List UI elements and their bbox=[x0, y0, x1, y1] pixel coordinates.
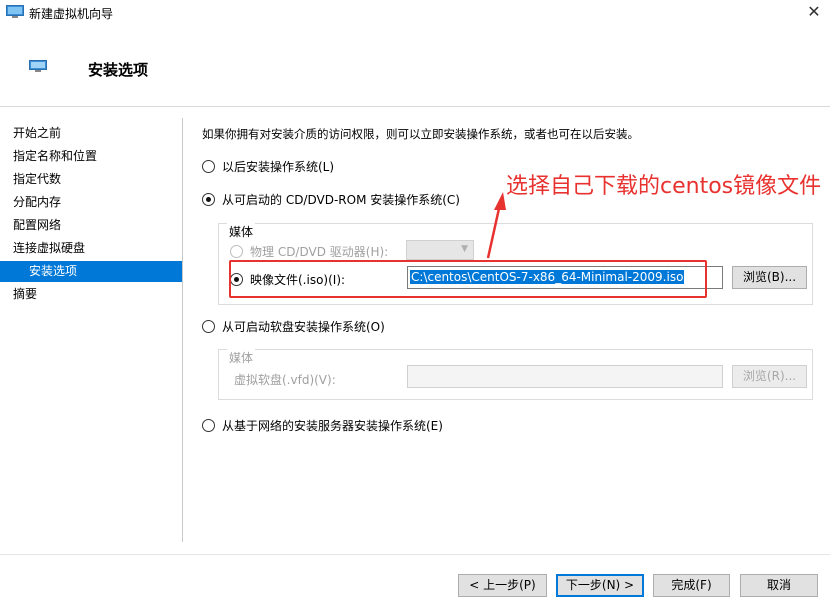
vfd-label: 虚拟软盘(.vfd)(V): bbox=[234, 373, 336, 387]
radio-label: 从可启动的 CD/DVD-ROM 安装操作系统(C) bbox=[222, 193, 460, 207]
radio-install-network[interactable]: 从基于网络的安装服务器安装操作系统(E) bbox=[202, 417, 443, 434]
floppy-media-group: 媒体 虚拟软盘(.vfd)(V): 浏览(R)... bbox=[218, 349, 813, 400]
radio-install-cd[interactable]: 从可启动的 CD/DVD-ROM 安装操作系统(C) bbox=[202, 191, 460, 208]
radio-button[interactable] bbox=[202, 419, 215, 432]
radio-button[interactable] bbox=[202, 320, 215, 333]
annotation-highlight-box bbox=[229, 260, 707, 298]
radio-install-floppy[interactable]: 从可启动软盘安装操作系统(O) bbox=[202, 318, 385, 335]
sidebar-item-memory[interactable]: 分配内存 bbox=[0, 192, 182, 213]
footer-divider bbox=[0, 554, 830, 555]
close-icon[interactable]: ✕ bbox=[804, 2, 824, 22]
radio-physical-drive[interactable]: 物理 CD/DVD 驱动器(H): bbox=[230, 243, 388, 260]
sidebar-item-before-you-begin[interactable]: 开始之前 bbox=[0, 123, 182, 144]
page-title: 安装选项 bbox=[88, 61, 149, 79]
radio-label: 从可启动软盘安装操作系统(O) bbox=[222, 320, 385, 334]
group-legend: 媒体 bbox=[227, 223, 256, 240]
vfd-path-input[interactable] bbox=[407, 365, 723, 388]
wizard-steps-nav: 开始之前 指定名称和位置 指定代数 分配内存 配置网络 连接虚拟硬盘 安装选项 … bbox=[0, 108, 182, 542]
previous-button[interactable]: < 上一步(P) bbox=[458, 574, 547, 597]
physical-drive-select[interactable]: ▼ bbox=[406, 240, 474, 260]
radio-label: 以后安装操作系统(L) bbox=[222, 160, 335, 174]
window-title: 新建虚拟机向导 bbox=[29, 7, 114, 21]
sidebar-item-name-and-location[interactable]: 指定名称和位置 bbox=[0, 146, 182, 167]
radio-label: 从基于网络的安装服务器安装操作系统(E) bbox=[222, 419, 443, 433]
radio-label: 物理 CD/DVD 驱动器(H): bbox=[250, 245, 389, 259]
page-header: 安装选项 bbox=[0, 26, 830, 107]
radio-install-later[interactable]: 以后安装操作系统(L) bbox=[202, 158, 334, 175]
radio-button[interactable] bbox=[230, 245, 243, 258]
description-text: 如果你拥有对安装介质的访问权限，则可以立即安装操作系统，或者也可在以后安装。 bbox=[202, 127, 639, 141]
radio-button[interactable] bbox=[202, 193, 215, 206]
sidebar-item-virtual-disk[interactable]: 连接虚拟硬盘 bbox=[0, 238, 182, 259]
group-legend: 媒体 bbox=[227, 349, 256, 366]
browse-iso-button[interactable]: 浏览(B)... bbox=[732, 266, 807, 289]
sidebar-item-summary[interactable]: 摘要 bbox=[0, 284, 182, 305]
cancel-button[interactable]: 取消 bbox=[740, 574, 818, 597]
monitor-icon bbox=[6, 5, 24, 18]
sidebar-item-networking[interactable]: 配置网络 bbox=[0, 215, 182, 236]
finish-button[interactable]: 完成(F) bbox=[653, 574, 730, 597]
radio-button[interactable] bbox=[202, 160, 215, 173]
chevron-down-icon: ▼ bbox=[461, 244, 468, 254]
next-button[interactable]: 下一步(N) > bbox=[556, 574, 644, 597]
sidebar-item-installation-options[interactable]: 安装选项 bbox=[0, 261, 182, 282]
annotation-text: 选择自己下载的centos镜像文件 bbox=[506, 174, 822, 199]
browse-vfd-button[interactable]: 浏览(R)... bbox=[732, 365, 807, 388]
sidebar-item-generation[interactable]: 指定代数 bbox=[0, 169, 182, 190]
title-bar: 新建虚拟机向导 ✕ bbox=[0, 0, 830, 26]
annotation-arrow-icon bbox=[486, 192, 506, 259]
monitor-icon bbox=[29, 60, 47, 72]
